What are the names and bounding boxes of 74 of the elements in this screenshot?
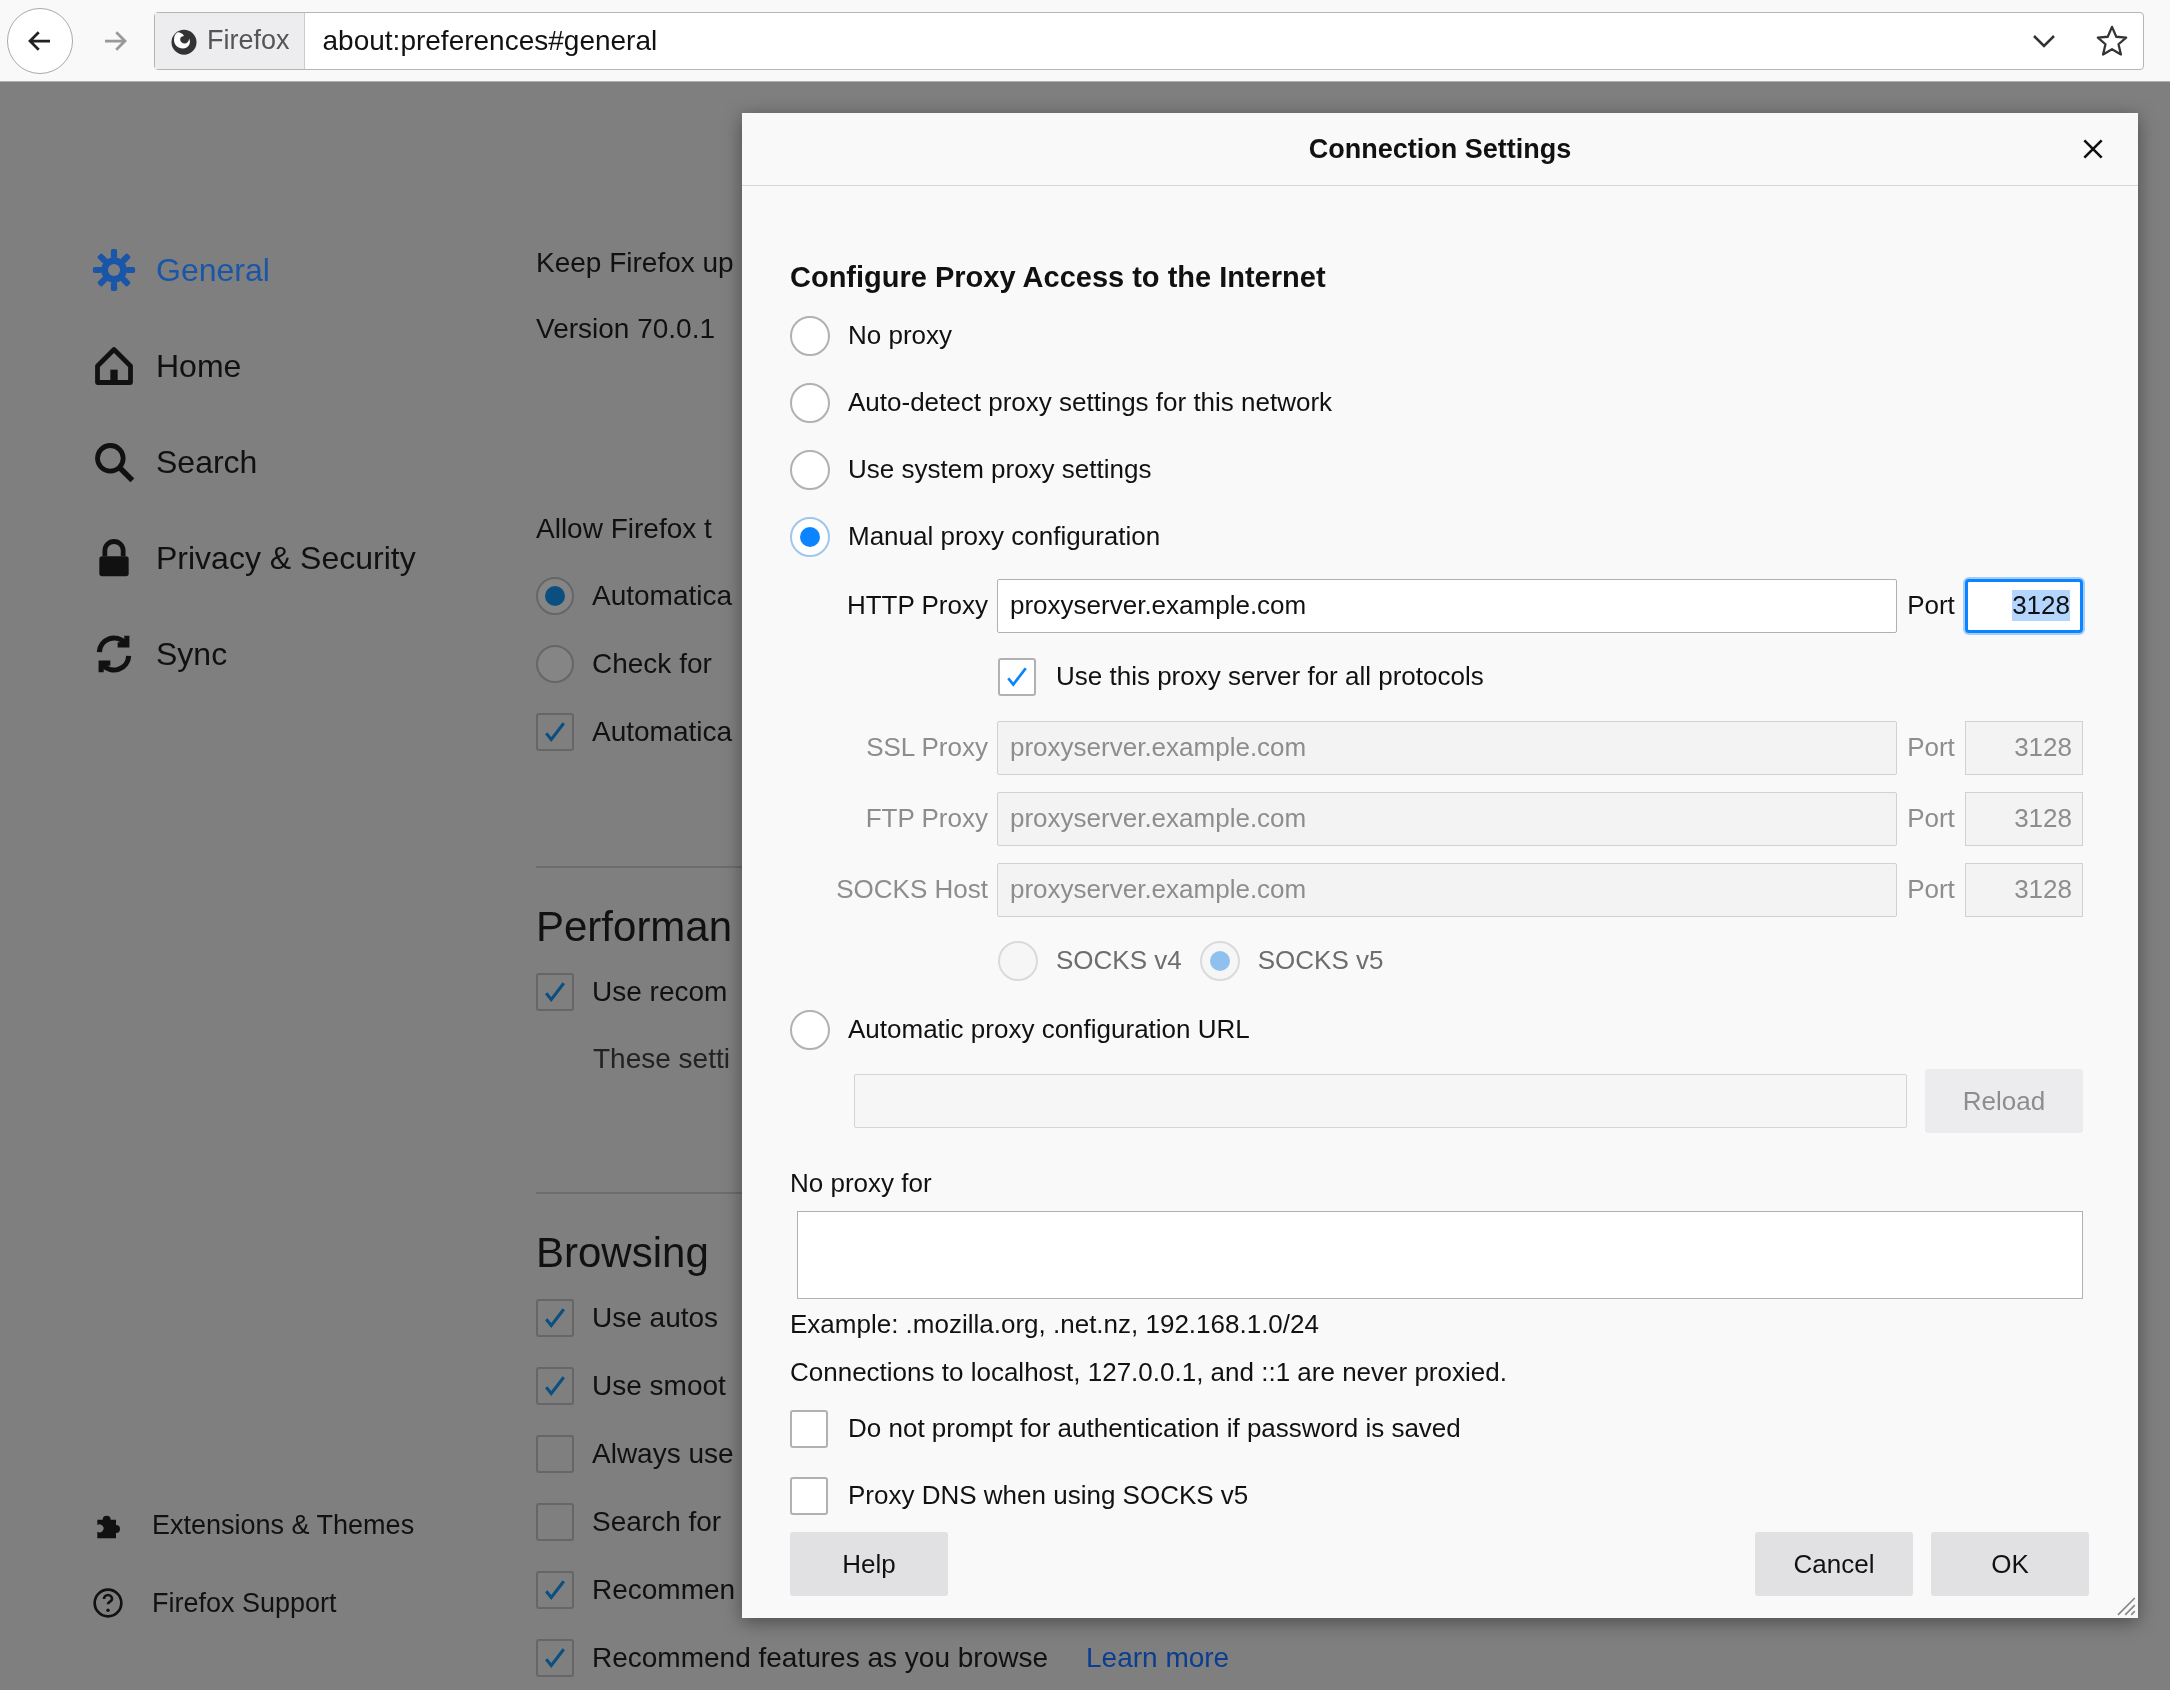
http-proxy-field[interactable]: proxyserver.example.com xyxy=(997,578,1897,633)
option-label: Use this proxy server for all protocols xyxy=(1056,661,1484,692)
port-label: Port xyxy=(1906,590,1956,621)
option-label: No proxy xyxy=(848,320,953,351)
option-label: Do not prompt for authentication if password is saved xyxy=(848,1413,1461,1444)
sidebar-link[interactable]: Firefox Support xyxy=(92,1584,536,1622)
port-label: Port xyxy=(1906,732,1956,763)
question-icon xyxy=(92,1587,124,1619)
option-label: Recommen xyxy=(592,1574,736,1606)
field-label: HTTP Proxy xyxy=(845,590,989,621)
checkbox[interactable] xyxy=(790,1476,828,1515)
search-icon xyxy=(92,440,136,484)
checkbox[interactable] xyxy=(536,713,574,751)
option-label: Auto-detect proxy settings for this network xyxy=(848,387,1333,418)
preference-text: Version 70.0.1 xyxy=(536,312,716,346)
dialog-title: Connection Settings xyxy=(1308,133,1572,165)
ok-button[interactable]: OK xyxy=(1931,1532,2089,1596)
radio-button[interactable] xyxy=(790,315,830,356)
option-label: Automatic proxy configuration URL xyxy=(848,1014,1250,1045)
option-label: Automatica xyxy=(592,716,733,748)
option-label: Manual proxy configuration xyxy=(848,521,1161,552)
option-label: Search for xyxy=(592,1506,722,1538)
option-label: Use smoot xyxy=(592,1370,726,1402)
option-label: Use recom xyxy=(592,976,728,1008)
radio-button[interactable] xyxy=(536,577,574,615)
checkbox[interactable] xyxy=(536,1503,574,1541)
radio-button[interactable] xyxy=(790,1009,830,1050)
preference-text: Keep Firefox up xyxy=(536,246,734,280)
sidebar-item[interactable]: Privacy & Security xyxy=(92,510,536,606)
option-label: Check for xyxy=(592,648,712,680)
radio-button[interactable] xyxy=(536,645,574,683)
checkbox[interactable] xyxy=(536,973,574,1011)
option-label: Proxy DNS when using SOCKS v5 xyxy=(848,1480,1249,1511)
identity-box[interactable]: Firefox xyxy=(155,12,305,69)
checkbox[interactable] xyxy=(536,1367,574,1405)
url-text: about:preferences#general xyxy=(322,24,659,57)
sidebar-link[interactable]: Extensions & Themes xyxy=(92,1506,536,1544)
group-label: Allow Firefox t xyxy=(536,512,712,546)
cancel-button[interactable]: Cancel xyxy=(1755,1532,1913,1596)
field-label: FTP Proxy xyxy=(864,803,989,834)
checkbox[interactable] xyxy=(536,1571,574,1609)
port-label: Port xyxy=(1906,803,1956,834)
hint-text: Connections to localhost, 127.0.0.1, and ::1 are never proxied. xyxy=(790,1355,1508,1389)
checkbox[interactable] xyxy=(536,1639,574,1677)
hint-text: Example: .mozilla.org, .net.nz, 192.168.1.0/24 xyxy=(790,1307,1320,1341)
checkbox[interactable] xyxy=(998,657,1036,696)
port-field[interactable]: 3128 xyxy=(1965,578,2083,633)
sidebar-item[interactable]: Home xyxy=(92,318,536,414)
no-proxy-field[interactable] xyxy=(797,1211,2083,1299)
sidebar-item[interactable]: Search xyxy=(92,414,536,510)
port-label: Port xyxy=(1906,874,1956,905)
address-bar[interactable]: Firefox about:preferences#general xyxy=(154,11,2144,70)
option-label: Use autos xyxy=(592,1302,719,1334)
option-label: Recommend features as you browse xyxy=(592,1642,1048,1674)
help-button[interactable]: Help xyxy=(790,1532,948,1596)
radio-button[interactable] xyxy=(790,382,830,423)
section-heading: Configure Proxy Access to the Internet xyxy=(790,259,1327,295)
identity-label: Firefox xyxy=(207,25,290,56)
field-label: SSL Proxy xyxy=(865,732,989,763)
option-label: Automatica xyxy=(592,580,733,612)
checkbox[interactable] xyxy=(536,1435,574,1473)
gear-icon xyxy=(92,248,136,292)
learn-more-link[interactable]: Learn more xyxy=(1086,1642,1230,1674)
option-label: Always use xyxy=(592,1438,734,1470)
option-label: Use system proxy settings xyxy=(848,454,1152,485)
field-label: SOCKS Host xyxy=(835,874,989,905)
sidebar-item[interactable]: Sync xyxy=(92,606,536,702)
radio-button[interactable] xyxy=(790,449,830,490)
checkbox[interactable] xyxy=(790,1409,828,1448)
house-icon xyxy=(92,344,136,388)
star-icon[interactable] xyxy=(2095,23,2129,58)
radio-button[interactable] xyxy=(790,516,830,557)
note-text: These setti xyxy=(592,1042,730,1076)
checkbox[interactable] xyxy=(536,1299,574,1337)
